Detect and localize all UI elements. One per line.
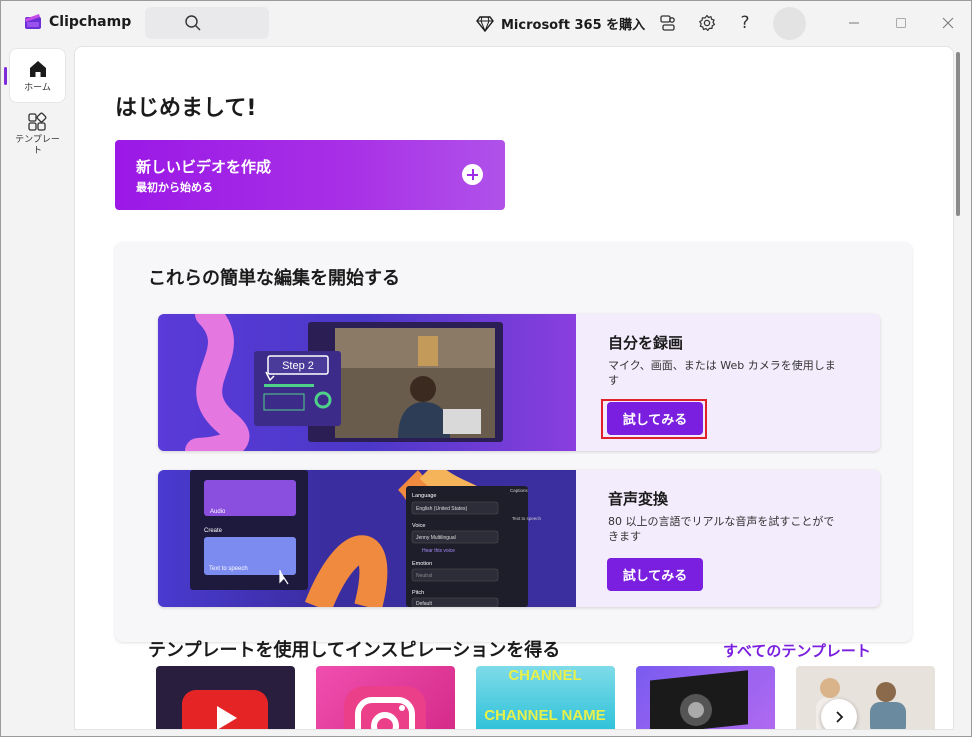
template-thumb-space[interactable]: [636, 666, 775, 729]
settings-button[interactable]: [696, 12, 718, 34]
help-button[interactable]: ?: [734, 12, 756, 34]
card-title: 自分を録画: [608, 334, 684, 352]
emotion-value: Neutral: [416, 573, 432, 579]
pitch-value: Default: [416, 601, 432, 607]
search-button[interactable]: [145, 7, 269, 39]
language-value: English (United States): [416, 506, 467, 512]
diamond-icon: [476, 15, 494, 32]
channel-name-text: CHANNEL NAME: [484, 707, 605, 724]
search-icon: [185, 15, 201, 31]
gear-icon: [699, 14, 716, 31]
captions-label: Captions: [510, 488, 529, 493]
feedback-icon: [660, 15, 675, 31]
templates-icon: [28, 112, 47, 131]
help-icon: ?: [740, 13, 750, 33]
emotion-label: Emotion: [412, 561, 432, 567]
maximize-icon: [896, 18, 906, 28]
highlight-box: [601, 399, 707, 439]
nav-active-indicator: [4, 67, 7, 85]
feedback-button[interactable]: [657, 12, 679, 34]
sidebar-item-templates[interactable]: テンプレート: [9, 109, 66, 161]
pitch-label: Pitch: [412, 590, 424, 596]
chevron-right-icon: [836, 711, 844, 723]
card-title: 音声変換: [608, 490, 669, 508]
create-label: Create: [204, 528, 223, 534]
instagram-icon: [344, 686, 426, 729]
maximize-button[interactable]: [890, 12, 912, 34]
section-title: これらの簡単な編集を開始する: [148, 268, 400, 289]
template-thumb-instagram[interactable]: [316, 666, 455, 729]
title-bar: Clipchamp Microsoft 365 を購入 ?: [0, 0, 972, 46]
channel-text: CHANNEL: [508, 667, 581, 684]
record-illustration: Step 2: [158, 314, 576, 451]
quick-edits-section: これらの簡単な編集を開始する Step 2 自分を録画 マイク、画面、または W…: [115, 242, 912, 642]
try-button[interactable]: 試してみる: [607, 558, 703, 591]
card-description: 80 以上の言語でリアルな音声を試すことができます: [608, 515, 835, 543]
youtube-icon: [182, 690, 268, 729]
minimize-button[interactable]: [843, 12, 865, 34]
tts-side-label: Text to speech: [512, 516, 542, 521]
minimize-icon: [849, 22, 859, 24]
new-video-button[interactable]: 新しいビデオを作成 最初から始める: [115, 140, 505, 210]
main-panel: はじめまして! 新しいビデオを作成 最初から始める これらの簡単な編集を開始する: [74, 46, 954, 730]
voice-label: Voice: [412, 523, 425, 529]
templates-next-button[interactable]: [821, 699, 857, 729]
audio-label: Audio: [210, 509, 226, 515]
sidebar-item-label: ホーム: [24, 83, 51, 93]
page-title: はじめまして!: [115, 96, 257, 121]
avatar[interactable]: [773, 7, 806, 40]
app-title: Clipchamp: [49, 14, 132, 30]
template-thumb-channel[interactable]: CHANNEL CHANNEL NAME: [476, 666, 615, 729]
templates-title: テンプレートを使用してインスピレーションを得る: [148, 640, 561, 661]
tts-thumbnail: Audio Create Text to speech Language Eng…: [158, 470, 576, 607]
plus-icon: [462, 164, 483, 185]
tts-label: Text to speech: [209, 566, 248, 572]
template-thumb-youtube[interactable]: [156, 666, 295, 729]
space-screen-illustration: [650, 670, 748, 729]
m365-label: Microsoft 365 を購入: [501, 18, 646, 33]
hear-voice-label: Hear this voice: [422, 548, 455, 554]
clipchamp-logo-icon: [25, 14, 41, 29]
close-icon: [942, 17, 954, 29]
new-video-title: 新しいビデオを作成: [136, 158, 272, 176]
view-all-templates-link[interactable]: すべてのテンプレート: [723, 640, 871, 661]
sidebar-item-home[interactable]: ホーム: [9, 48, 66, 103]
close-button[interactable]: [937, 12, 959, 34]
sidebar-item-label: テンプレート: [15, 135, 60, 156]
people-illustration: [816, 678, 906, 729]
buy-m365-button[interactable]: Microsoft 365 を購入: [476, 14, 645, 33]
record-card[interactable]: Step 2 自分を録画 マイク、画面、または Web カメラを使用します 試し…: [158, 314, 880, 451]
language-label: Language: [412, 493, 436, 499]
record-thumbnail: Step 2: [158, 314, 576, 451]
step-label: Step 2: [282, 360, 314, 372]
channel-illustration: CHANNEL CHANNEL NAME: [484, 667, 605, 724]
scrollbar[interactable]: [956, 52, 960, 216]
tts-card[interactable]: Audio Create Text to speech Language Eng…: [158, 470, 880, 607]
voice-value: Jenny Multilingual: [416, 535, 456, 541]
template-thumb-people[interactable]: [796, 666, 935, 729]
card-description: マイク、画面、または Web カメラを使用します: [608, 359, 836, 387]
new-video-subtitle: 最初から始める: [136, 181, 213, 194]
tts-illustration: Audio Create Text to speech Language Eng…: [158, 470, 576, 607]
home-icon: [30, 61, 46, 77]
